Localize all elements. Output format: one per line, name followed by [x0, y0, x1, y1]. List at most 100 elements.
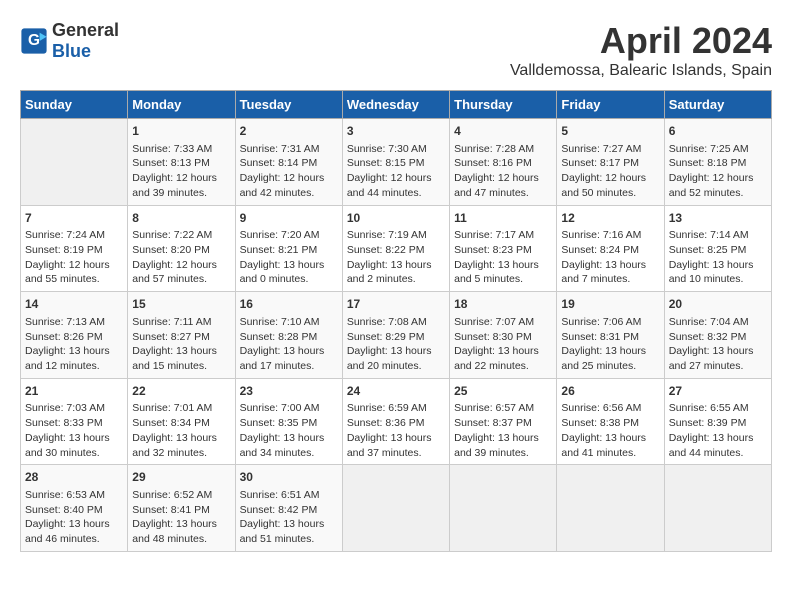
day-info: Sunrise: 7:22 AM Sunset: 8:20 PM Dayligh… [132, 228, 230, 287]
calendar-cell: 4 Sunrise: 7:28 AM Sunset: 8:16 PM Daylig… [450, 119, 557, 206]
col-header-wednesday: Wednesday [342, 91, 449, 119]
calendar-cell: 26Sunrise: 6:56 AM Sunset: 8:38 PM Dayli… [557, 378, 664, 465]
calendar-cell: 18 Sunrise: 7:07 AM Sunset: 8:30 PM Dayli… [450, 292, 557, 379]
header: G General Blue April 2024 Valldemossa, B… [20, 20, 772, 80]
day-info: Sunrise: 6:55 AM Sunset: 8:39 PM Dayligh… [669, 401, 767, 460]
calendar-cell: 24Sunrise: 6:59 AM Sunset: 8:36 PM Dayli… [342, 378, 449, 465]
col-header-thursday: Thursday [450, 91, 557, 119]
day-info: Sunrise: 7:27 AM Sunset: 8:17 PM Dayligh… [561, 142, 659, 201]
logo-blue-text: Blue [52, 41, 91, 61]
calendar-cell: 30 Sunrise: 6:51 AM Sunset: 8:42 PM Dayli… [235, 465, 342, 552]
day-info: Sunrise: 7:20 AM Sunset: 8:21 PM Dayligh… [240, 228, 338, 287]
day-number: 1 [132, 123, 230, 140]
calendar-cell: 1 Sunrise: 7:33 AM Sunset: 8:13 PM Daylig… [128, 119, 235, 206]
day-number: 14 [25, 296, 123, 313]
calendar-cell [21, 119, 128, 206]
day-number: 6 [669, 123, 767, 140]
day-info: Sunrise: 7:30 AM Sunset: 8:15 PM Dayligh… [347, 142, 445, 201]
calendar-cell: 8Sunrise: 7:22 AM Sunset: 8:20 PM Daylig… [128, 205, 235, 292]
calendar-cell: 29 Sunrise: 6:52 AM Sunset: 8:41 PM Dayli… [128, 465, 235, 552]
day-info: Sunrise: 7:11 AM Sunset: 8:27 PM Dayligh… [132, 315, 230, 374]
day-number: 15 [132, 296, 230, 313]
calendar-cell: 25Sunrise: 6:57 AM Sunset: 8:37 PM Dayli… [450, 378, 557, 465]
calendar-week-row: 14 Sunrise: 7:13 AM Sunset: 8:26 PM Dayli… [21, 292, 772, 379]
col-header-friday: Friday [557, 91, 664, 119]
day-number: 24 [347, 383, 445, 400]
day-number: 28 [25, 469, 123, 486]
calendar-cell [557, 465, 664, 552]
day-number: 12 [561, 210, 659, 227]
day-number: 10 [347, 210, 445, 227]
day-info: Sunrise: 7:24 AM Sunset: 8:19 PM Dayligh… [25, 228, 123, 287]
day-info: Sunrise: 6:59 AM Sunset: 8:36 PM Dayligh… [347, 401, 445, 460]
svg-text:G: G [28, 32, 40, 49]
day-info: Sunrise: 6:53 AM Sunset: 8:40 PM Dayligh… [25, 488, 123, 547]
day-number: 25 [454, 383, 552, 400]
day-info: Sunrise: 7:14 AM Sunset: 8:25 PM Dayligh… [669, 228, 767, 287]
subtitle: Valldemossa, Balearic Islands, Spain [510, 62, 772, 80]
day-info: Sunrise: 7:06 AM Sunset: 8:31 PM Dayligh… [561, 315, 659, 374]
logo-general-text: General [52, 20, 119, 40]
day-number: 22 [132, 383, 230, 400]
day-info: Sunrise: 7:17 AM Sunset: 8:23 PM Dayligh… [454, 228, 552, 287]
calendar-cell: 2Sunrise: 7:31 AM Sunset: 8:14 PM Daylig… [235, 119, 342, 206]
calendar-cell: 3 Sunrise: 7:30 AM Sunset: 8:15 PM Daylig… [342, 119, 449, 206]
calendar-cell: 27Sunrise: 6:55 AM Sunset: 8:39 PM Dayli… [664, 378, 771, 465]
col-header-saturday: Saturday [664, 91, 771, 119]
day-number: 16 [240, 296, 338, 313]
logo-icon: G [20, 27, 48, 55]
calendar-header-row: SundayMondayTuesdayWednesdayThursdayFrid… [21, 91, 772, 119]
title-area: April 2024 Valldemossa, Balearic Islands… [510, 20, 772, 80]
day-number: 3 [347, 123, 445, 140]
calendar-cell [664, 465, 771, 552]
day-number: 21 [25, 383, 123, 400]
day-number: 23 [240, 383, 338, 400]
day-info: Sunrise: 7:16 AM Sunset: 8:24 PM Dayligh… [561, 228, 659, 287]
day-number: 19 [561, 296, 659, 313]
calendar-cell: 28 Sunrise: 6:53 AM Sunset: 8:40 PM Dayli… [21, 465, 128, 552]
calendar-cell: 13Sunrise: 7:14 AM Sunset: 8:25 PM Dayli… [664, 205, 771, 292]
day-number: 8 [132, 210, 230, 227]
day-number: 2 [240, 123, 338, 140]
calendar-week-row: 21Sunrise: 7:03 AM Sunset: 8:33 PM Dayli… [21, 378, 772, 465]
day-number: 4 [454, 123, 552, 140]
day-info: Sunrise: 7:01 AM Sunset: 8:34 PM Dayligh… [132, 401, 230, 460]
logo: G General Blue [20, 20, 119, 62]
day-number: 26 [561, 383, 659, 400]
calendar-cell: 9Sunrise: 7:20 AM Sunset: 8:21 PM Daylig… [235, 205, 342, 292]
calendar-cell: 20Sunrise: 7:04 AM Sunset: 8:32 PM Dayli… [664, 292, 771, 379]
calendar-cell: 10Sunrise: 7:19 AM Sunset: 8:22 PM Dayli… [342, 205, 449, 292]
calendar-week-row: 7Sunrise: 7:24 AM Sunset: 8:19 PM Daylig… [21, 205, 772, 292]
day-number: 5 [561, 123, 659, 140]
day-number: 13 [669, 210, 767, 227]
day-info: Sunrise: 6:51 AM Sunset: 8:42 PM Dayligh… [240, 488, 338, 547]
day-info: Sunrise: 7:28 AM Sunset: 8:16 PM Dayligh… [454, 142, 552, 201]
day-number: 17 [347, 296, 445, 313]
day-number: 29 [132, 469, 230, 486]
calendar-cell: 5 Sunrise: 7:27 AM Sunset: 8:17 PM Daylig… [557, 119, 664, 206]
calendar-cell: 21Sunrise: 7:03 AM Sunset: 8:33 PM Dayli… [21, 378, 128, 465]
calendar-cell: 23Sunrise: 7:00 AM Sunset: 8:35 PM Dayli… [235, 378, 342, 465]
day-number: 7 [25, 210, 123, 227]
day-number: 30 [240, 469, 338, 486]
day-info: Sunrise: 6:57 AM Sunset: 8:37 PM Dayligh… [454, 401, 552, 460]
calendar-table: SundayMondayTuesdayWednesdayThursdayFrid… [20, 90, 772, 552]
day-info: Sunrise: 7:07 AM Sunset: 8:30 PM Dayligh… [454, 315, 552, 374]
calendar-cell [342, 465, 449, 552]
day-info: Sunrise: 7:13 AM Sunset: 8:26 PM Dayligh… [25, 315, 123, 374]
day-number: 27 [669, 383, 767, 400]
day-info: Sunrise: 6:52 AM Sunset: 8:41 PM Dayligh… [132, 488, 230, 547]
calendar-week-row: 28 Sunrise: 6:53 AM Sunset: 8:40 PM Dayli… [21, 465, 772, 552]
calendar-cell: 14 Sunrise: 7:13 AM Sunset: 8:26 PM Dayli… [21, 292, 128, 379]
calendar-cell: 17 Sunrise: 7:08 AM Sunset: 8:29 PM Dayli… [342, 292, 449, 379]
col-header-sunday: Sunday [21, 91, 128, 119]
day-info: Sunrise: 7:10 AM Sunset: 8:28 PM Dayligh… [240, 315, 338, 374]
day-number: 9 [240, 210, 338, 227]
day-info: Sunrise: 7:08 AM Sunset: 8:29 PM Dayligh… [347, 315, 445, 374]
main-title: April 2024 [510, 20, 772, 62]
day-info: Sunrise: 7:33 AM Sunset: 8:13 PM Dayligh… [132, 142, 230, 201]
day-number: 18 [454, 296, 552, 313]
calendar-cell: 19 Sunrise: 7:06 AM Sunset: 8:31 PM Dayli… [557, 292, 664, 379]
day-info: Sunrise: 7:03 AM Sunset: 8:33 PM Dayligh… [25, 401, 123, 460]
calendar-cell: 6Sunrise: 7:25 AM Sunset: 8:18 PM Daylig… [664, 119, 771, 206]
